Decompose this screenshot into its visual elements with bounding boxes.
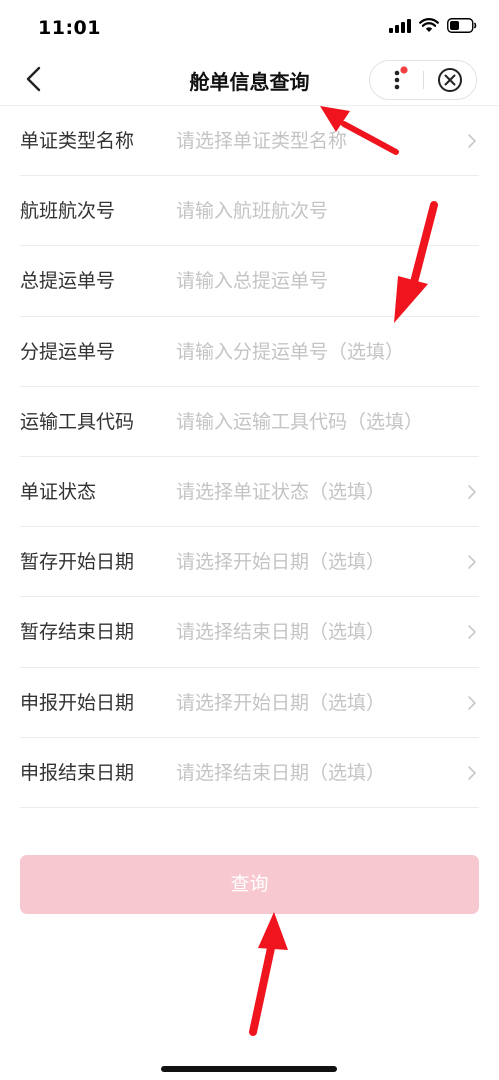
chevron-right-icon: [468, 555, 476, 569]
form-row-staging-start-date[interactable]: 暂存开始日期 请选择开始日期（选填）: [20, 527, 479, 598]
annotation-arrow-query: [249, 912, 288, 1036]
signal-icon: [389, 18, 411, 33]
wifi-icon: [419, 18, 439, 33]
form-row-vehicle-code[interactable]: 运输工具代码 请输入运输工具代码（选填）: [20, 387, 479, 457]
master-bill-input[interactable]: 请输入总提运单号: [176, 246, 328, 316]
status-time: 11:01: [38, 17, 101, 39]
status-bar: 11:01: [0, 0, 499, 52]
staging-end-date-picker[interactable]: 请选择结束日期（选填）: [176, 597, 385, 667]
row-label: 暂存结束日期: [20, 621, 135, 644]
nav-bar: 舱单信息查询: [0, 52, 499, 106]
row-label: 申报结束日期: [20, 761, 135, 784]
document-status-select[interactable]: 请选择单证状态（选填）: [176, 457, 385, 527]
staging-start-date-picker[interactable]: 请选择开始日期（选填）: [176, 527, 385, 597]
document-type-select[interactable]: 请选择单证类型名称: [176, 106, 347, 176]
close-circle-icon: [438, 68, 462, 92]
form-row-document-status[interactable]: 单证状态 请选择单证状态（选填）: [20, 457, 479, 528]
status-icons: [389, 18, 477, 33]
row-label: 运输工具代码: [20, 410, 135, 433]
house-bill-input[interactable]: 请输入分提运单号（选填）: [176, 317, 404, 387]
row-label: 申报开始日期: [20, 691, 135, 714]
chevron-right-icon: [468, 695, 476, 710]
home-indicator: [161, 1066, 337, 1072]
row-label: 分提运单号: [20, 340, 116, 363]
form-row-house-bill[interactable]: 分提运单号 请输入分提运单号（选填）: [20, 317, 479, 387]
row-label: 单证类型名称: [20, 130, 135, 152]
query-form: 单证类型名称 请选择单证类型名称 航班航次号 请输入航班航次号 总提运单号 请输…: [20, 106, 479, 808]
form-row-declare-end-date[interactable]: 申报结束日期 请选择结束日期（选填）: [20, 738, 479, 808]
declare-end-date-picker[interactable]: 请选择结束日期（选填）: [176, 738, 385, 808]
declare-start-date-picker[interactable]: 请选择开始日期（选填）: [176, 668, 385, 738]
chevron-right-icon: [468, 625, 476, 640]
query-button[interactable]: 查询: [20, 855, 479, 914]
form-row-declare-start-date[interactable]: 申报开始日期 请选择开始日期（选填）: [20, 668, 479, 738]
row-label: 航班航次号: [20, 200, 116, 223]
row-label: 暂存开始日期: [20, 551, 135, 574]
flight-voyage-input[interactable]: 请输入航班航次号: [176, 176, 328, 246]
mini-program-capsule: [369, 60, 477, 100]
row-label: 单证状态: [20, 480, 97, 503]
more-dots-icon: [394, 66, 408, 90]
form-row-staging-end-date[interactable]: 暂存结束日期 请选择结束日期（选填）: [20, 597, 479, 668]
battery-icon: [447, 18, 477, 33]
more-button[interactable]: [370, 61, 424, 99]
vehicle-code-input[interactable]: 请输入运输工具代码（选填）: [176, 387, 423, 457]
form-row-flight-voyage[interactable]: 航班航次号 请输入航班航次号: [20, 176, 479, 247]
chevron-right-icon: [468, 485, 476, 499]
form-row-document-type[interactable]: 单证类型名称 请选择单证类型名称: [20, 106, 479, 177]
form-row-master-bill[interactable]: 总提运单号 请输入总提运单号: [20, 246, 479, 317]
chevron-right-icon: [468, 765, 476, 780]
notification-dot: [400, 66, 408, 74]
chevron-right-icon: [468, 134, 476, 148]
close-button[interactable]: [424, 61, 478, 99]
row-label: 总提运单号: [20, 270, 116, 293]
